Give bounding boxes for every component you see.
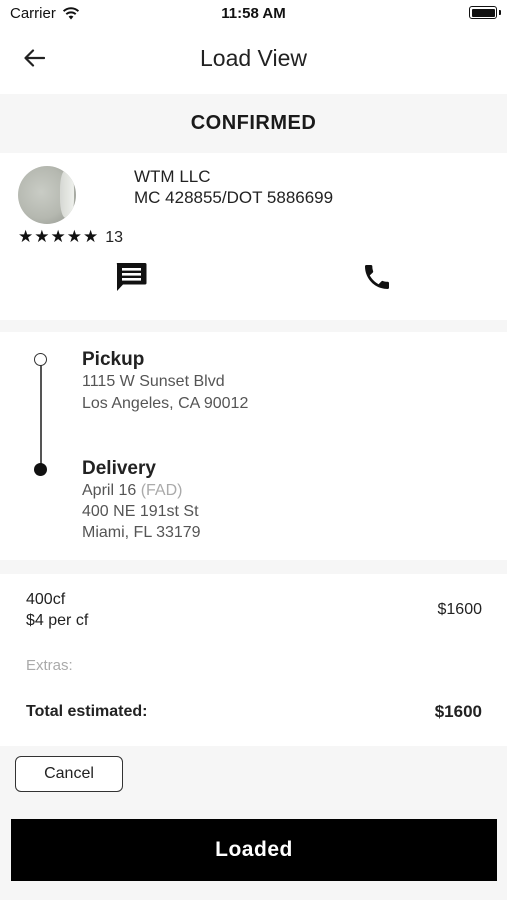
- route-line: [40, 362, 42, 470]
- delivery-title: Delivery: [82, 458, 156, 479]
- total-label: Total estimated:: [26, 703, 148, 720]
- delivery-date-tag: (FAD): [140, 482, 183, 499]
- delivery-marker-icon: [34, 463, 47, 476]
- rating: ★★★★★ 13: [18, 226, 123, 247]
- total-value: $1600: [434, 702, 482, 721]
- delivery-date: April 16: [82, 482, 137, 499]
- battery-tip: [499, 10, 501, 15]
- pickup-marker-icon: [34, 353, 47, 366]
- delivery-address-line2: Miami, FL 33179: [82, 524, 201, 541]
- line-price: $1600: [437, 601, 483, 618]
- pickup-title: Pickup: [82, 349, 145, 370]
- volume: 400cf: [26, 591, 66, 608]
- pickup-address-line2: Los Angeles, CA 90012: [82, 395, 249, 412]
- section-divider: [0, 560, 507, 574]
- message-button[interactable]: [113, 261, 149, 297]
- star-rating-icons: ★★★★★: [18, 226, 100, 246]
- pickup-address-line1: 1115 W Sunset Blvd: [82, 373, 225, 390]
- status-bar: Carrier 11:58 AM: [0, 0, 507, 28]
- company-ids: MC 428855/DOT 5886699: [134, 188, 334, 207]
- rating-count: 13: [105, 229, 123, 246]
- phone-icon: [361, 261, 393, 298]
- clock-time: 11:58 AM: [221, 5, 286, 22]
- rate: $4 per cf: [26, 612, 89, 629]
- battery-icon: [469, 6, 497, 19]
- section-divider: [0, 320, 507, 332]
- pricing-section: 400cf $4 per cf $1600 Extras: Total esti…: [0, 574, 507, 746]
- extras-label: Extras:: [26, 657, 73, 674]
- route-section: Pickup 1115 W Sunset Blvd Los Angeles, C…: [0, 332, 507, 560]
- delivery-address-line1: 400 NE 191st St: [82, 503, 199, 520]
- carrier-section: WTM LLC MC 428855/DOT 5886699 ★★★★★ 13: [0, 153, 507, 320]
- page-title: Load View: [200, 45, 307, 71]
- delivery-date-row: April 16 (FAD): [82, 482, 182, 500]
- load-status-banner: CONFIRMED: [0, 94, 507, 153]
- load-status-text: CONFIRMED: [190, 112, 317, 134]
- message-icon: [114, 261, 148, 298]
- loaded-button[interactable]: Loaded: [11, 819, 497, 881]
- nav-bar: Load View: [0, 28, 507, 92]
- company-name: WTM LLC: [134, 167, 211, 186]
- cancel-button[interactable]: Cancel: [15, 756, 123, 792]
- phone-button[interactable]: [359, 261, 395, 297]
- avatar: [18, 166, 76, 224]
